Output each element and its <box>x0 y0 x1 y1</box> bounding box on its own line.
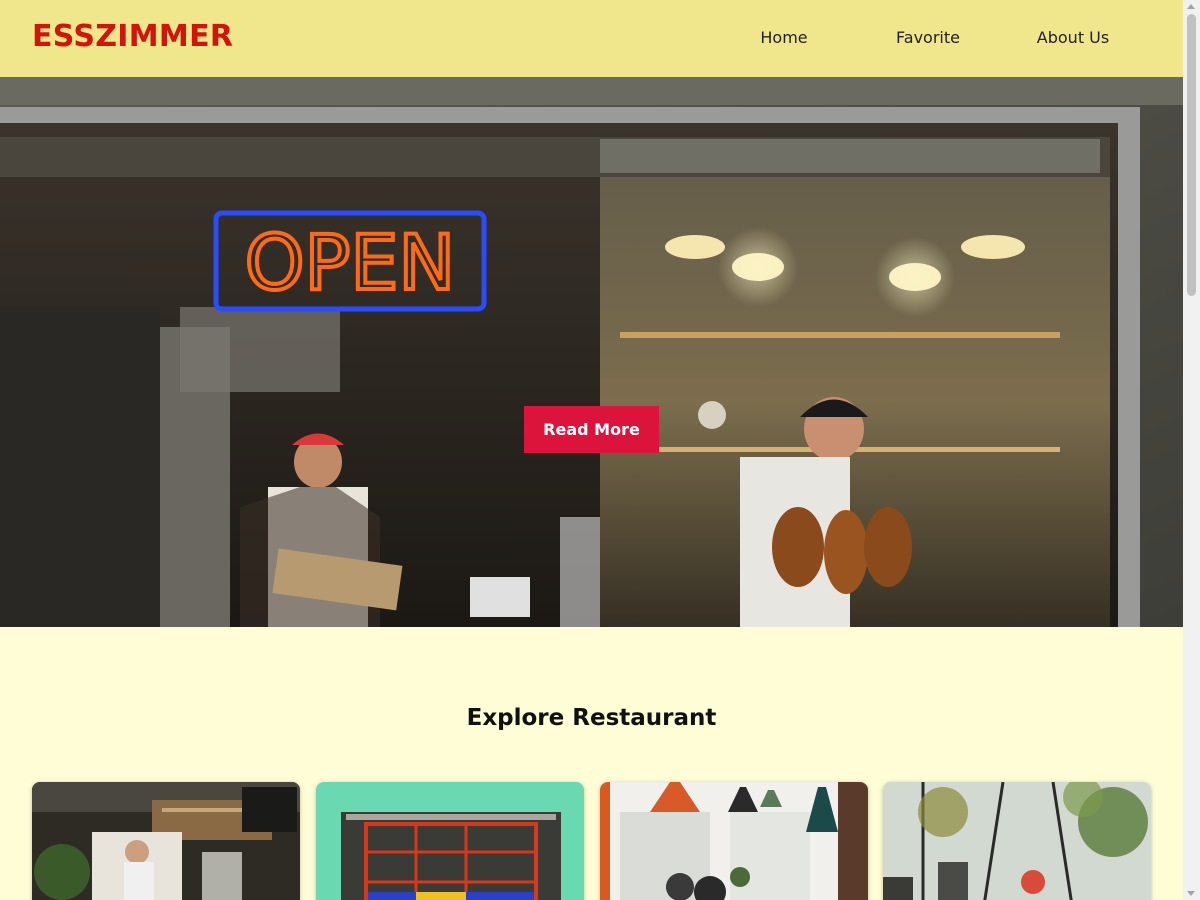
nav-item-favorite[interactable]: Favorite <box>863 28 993 47</box>
nav-item-about-us[interactable]: About Us <box>1008 28 1138 47</box>
scroll-up-arrow-icon[interactable] <box>1187 4 1195 9</box>
explore-section-title: Explore Restaurant <box>466 705 717 731</box>
restaurant-image <box>316 782 584 900</box>
restaurant-card[interactable] <box>32 782 300 900</box>
restaurant-card[interactable] <box>316 782 584 900</box>
hero-banner: OPEN Read More <box>0 77 1183 627</box>
restaurant-card[interactable] <box>883 782 1151 900</box>
hero-image: OPEN <box>0 77 1183 627</box>
restaurant-card[interactable] <box>600 782 868 900</box>
app-bar: ESSZIMMER Home Favorite About Us <box>0 0 1183 77</box>
main-nav: Home Favorite About Us <box>0 28 1183 50</box>
restaurant-card-list <box>32 782 1152 900</box>
restaurant-image <box>600 782 868 900</box>
svg-text:OPEN: OPEN <box>245 218 456 307</box>
scroll-down-arrow-icon[interactable] <box>1187 891 1195 896</box>
restaurant-image <box>883 782 1151 900</box>
read-more-button[interactable]: Read More <box>524 406 659 453</box>
nav-item-home[interactable]: Home <box>719 28 849 47</box>
scrollbar-thumb[interactable] <box>1187 14 1196 296</box>
page-scrollbar[interactable] <box>1183 0 1200 900</box>
restaurant-image <box>32 782 300 900</box>
